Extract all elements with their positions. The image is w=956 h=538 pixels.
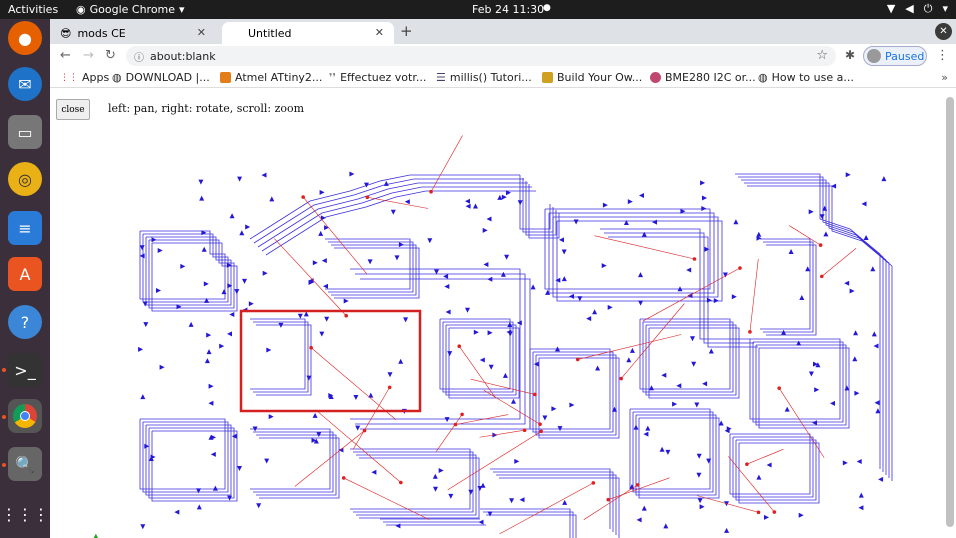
- chevron-right-icon[interactable]: »: [941, 71, 948, 84]
- tab-label: mods CE: [77, 26, 126, 40]
- magnifier-icon[interactable]: 🔍: [8, 447, 42, 481]
- atmel-icon: [220, 72, 231, 83]
- toolpath-canvas[interactable]: [50, 89, 946, 538]
- bookmark-apps[interactable]: ⋮⋮ Apps: [60, 71, 109, 84]
- software-center-icon[interactable]: A: [8, 257, 42, 291]
- tab-label: Untitled: [248, 26, 292, 40]
- notification-dot-icon: ●: [543, 3, 551, 13]
- close-icon[interactable]: ✕: [375, 26, 384, 39]
- close-button[interactable]: close: [56, 99, 90, 120]
- quote-icon: ❜❜: [329, 71, 337, 84]
- apps-grid-icon: ⋮⋮: [60, 72, 78, 83]
- bookmark-download[interactable]: ◍ DOWNLOAD |...: [112, 71, 210, 84]
- tab-untitled[interactable]: Untitled ✕: [222, 22, 394, 44]
- globe-icon: ◍: [758, 71, 768, 84]
- thunderbird-icon[interactable]: ✉: [8, 67, 42, 101]
- profile-status: Paused: [885, 49, 925, 63]
- rhythmbox-icon[interactable]: ◎: [8, 162, 42, 196]
- volume-icon: ◀: [905, 2, 914, 15]
- dock: ● ✉ ▭ ◎ ≡ A ? >_ 🔍 ⋮⋮⋮: [0, 19, 50, 538]
- bookmark-build[interactable]: Build Your Ow...: [542, 71, 642, 84]
- bookmark-label: How to use a...: [771, 71, 854, 84]
- extensions-icon[interactable]: ✱: [845, 48, 855, 62]
- forward-arrow-icon[interactable]: →: [83, 48, 94, 63]
- close-icon[interactable]: ✕: [197, 26, 206, 39]
- system-top-bar: Activities ◉ Google Chrome ▾ Feb 24 11:30 …: [0, 0, 956, 19]
- bookmark-atmel[interactable]: Atmel ATtiny2...: [220, 71, 322, 84]
- tab-strip: 😎 mods CE ✕ Untitled ✕ + ✕: [50, 19, 956, 44]
- show-apps-icon[interactable]: ⋮⋮⋮: [1, 497, 49, 531]
- bookmark-effectuez[interactable]: ❜❜ Effectuez votr...: [329, 71, 426, 84]
- window-close-button[interactable]: ✕: [935, 23, 952, 40]
- info-icon[interactable]: ⓘ: [134, 49, 144, 64]
- wifi-icon: ▼: [886, 2, 896, 15]
- power-icon: ⏻: [923, 2, 933, 15]
- help-icon[interactable]: ?: [8, 305, 42, 339]
- bookmark-label: millis() Tutori...: [449, 71, 532, 84]
- running-indicator: [2, 463, 6, 467]
- profile-button[interactable]: Paused: [863, 46, 927, 66]
- bookmark-how-to[interactable]: ◍ How to use a...: [758, 71, 854, 84]
- tab-mods-ce[interactable]: 😎 mods CE ✕: [50, 22, 216, 44]
- browser-window: 😎 mods CE ✕ Untitled ✕ + ✕ ← → ↻ ⓘ about…: [50, 19, 956, 538]
- cursor-arrow-icon: ▲: [92, 532, 100, 538]
- bookmark-label: BME280 I2C or...: [665, 71, 756, 84]
- bookmark-label: Effectuez votr...: [340, 71, 427, 84]
- terminal-icon[interactable]: >_: [8, 353, 42, 387]
- chrome-small-icon: ◉: [76, 3, 86, 16]
- globe-icon: ◍: [112, 71, 122, 84]
- bme280-icon: [650, 72, 661, 83]
- avatar: [867, 49, 881, 63]
- back-arrow-icon[interactable]: ←: [60, 48, 71, 63]
- address-bar[interactable]: ⓘ about:blank ☆: [126, 46, 836, 66]
- bookmarks-bar: ⋮⋮ Apps ◍ DOWNLOAD |... Atmel ATtiny2... ❜…: [50, 68, 956, 88]
- url-text: about:blank: [150, 49, 216, 63]
- chrome-icon[interactable]: [8, 399, 42, 433]
- app-name: Google Chrome: [89, 3, 176, 16]
- clock[interactable]: Feb 24 11:30: [472, 3, 544, 16]
- page-content: close left: pan, right: rotate, scroll: …: [50, 89, 956, 538]
- running-indicator: [2, 415, 6, 419]
- controls-hint: left: pan, right: rotate, scroll: zoom: [108, 102, 305, 115]
- toolbar: ← → ↻ ⓘ about:blank ☆ ✱ Paused ⋮: [50, 44, 956, 68]
- scrollbar[interactable]: [946, 97, 954, 527]
- chevron-down-icon: ▾: [942, 2, 948, 15]
- bookmark-label: Apps: [82, 71, 110, 84]
- chevron-down-icon: ▾: [179, 3, 185, 16]
- files-icon[interactable]: ▭: [8, 115, 42, 149]
- system-tray[interactable]: ▼ ◀ ⏻ ▾: [887, 2, 948, 16]
- glasses-icon: 😎: [60, 26, 72, 40]
- menu-icon[interactable]: ⋮: [936, 48, 949, 63]
- running-indicator: [2, 368, 6, 372]
- star-icon[interactable]: ☆: [816, 48, 828, 63]
- new-tab-button[interactable]: +: [400, 22, 413, 40]
- bookmark-bme280[interactable]: BME280 I2C or...: [650, 71, 756, 84]
- firefox-icon[interactable]: ●: [8, 21, 42, 55]
- bookmark-millis[interactable]: ☰ millis() Tutori...: [436, 71, 532, 84]
- bookmark-label: Build Your Ow...: [557, 71, 643, 84]
- reload-icon[interactable]: ↻: [105, 48, 116, 63]
- activities-button[interactable]: Activities: [8, 3, 58, 16]
- list-icon: ☰: [436, 71, 446, 84]
- app-menu[interactable]: ◉ Google Chrome ▾: [76, 3, 185, 16]
- build-icon: [542, 72, 553, 83]
- bookmark-label: DOWNLOAD |...: [125, 71, 210, 84]
- writer-icon[interactable]: ≡: [8, 211, 42, 245]
- bookmark-label: Atmel ATtiny2...: [235, 71, 323, 84]
